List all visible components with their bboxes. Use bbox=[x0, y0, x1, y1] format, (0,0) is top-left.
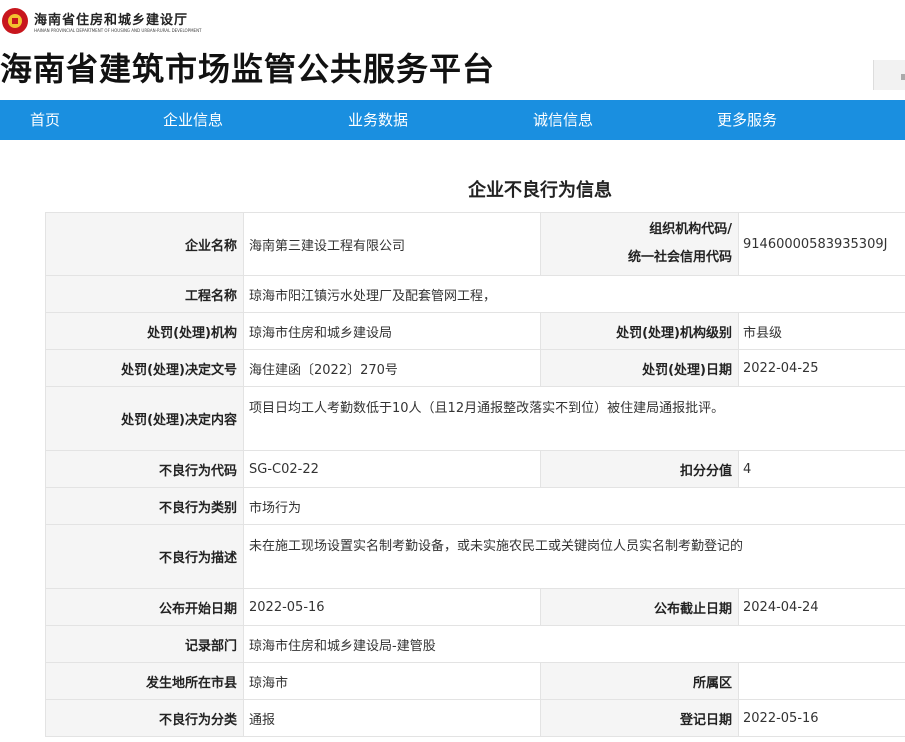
behavior-code-value: SG-C02-22 bbox=[243, 450, 541, 488]
authority-level-value: 市县级 bbox=[738, 312, 905, 350]
record-dept-value: 琼海市住房和城乡建设局-建管股 bbox=[243, 625, 905, 663]
table-row: 不良行为代码 SG-C02-22 扣分分值 4 bbox=[45, 450, 905, 488]
table-row: 处罚(处理)决定内容 项目日均工人考勤数低于10人（且12月通报整改落实不到位）… bbox=[45, 386, 905, 451]
table-row: 不良行为类别 市场行为 bbox=[45, 487, 905, 525]
decision-label: 处罚(处理)决定内容 bbox=[45, 386, 244, 451]
org-code-value: 91460000583935309J bbox=[738, 212, 905, 276]
publish-end-value: 2024-04-24 bbox=[738, 588, 905, 626]
dept-logo[interactable]: 海南省住房和城乡建设厅 HAINAN PROVINCIAL DEPARTMENT… bbox=[2, 8, 202, 34]
org-code-label-line1: 组织机构代码/ bbox=[649, 222, 732, 237]
table-row: 不良行为描述 未在施工现场设置实名制考勤设备，或未实施农民工或关键岗位人员实名制… bbox=[45, 524, 905, 589]
page-title: 企业不良行为信息 bbox=[468, 180, 612, 201]
table-row: 不良行为分类 通报 登记日期 2022-05-16 bbox=[45, 699, 905, 737]
authority-value: 琼海市住房和城乡建设局 bbox=[243, 312, 541, 350]
table-row: 工程名称 琼海市阳江镇污水处理厂及配套管网工程， bbox=[45, 275, 905, 313]
table-row: 处罚(处理)机构 琼海市住房和城乡建设局 处罚(处理)机构级别 市县级 bbox=[45, 312, 905, 350]
authority-level-label: 处罚(处理)机构级别 bbox=[540, 312, 739, 350]
table-row: 发生地所在市县 琼海市 所属区 bbox=[45, 662, 905, 700]
decision-value: 项目日均工人考勤数低于10人（且12月通报整改落实不到位）被住建局通报批评。 bbox=[243, 386, 905, 451]
classification-label: 不良行为分类 bbox=[45, 699, 244, 737]
table-row: 处罚(处理)决定文号 海住建函〔2022〕270号 处罚(处理)日期 2022-… bbox=[45, 349, 905, 387]
company-label: 企业名称 bbox=[45, 212, 244, 276]
dept-name-block: 海南省住房和城乡建设厅 HAINAN PROVINCIAL DEPARTMENT… bbox=[34, 9, 202, 33]
dept-name-en: HAINAN PROVINCIAL DEPARTMENT OF HOUSING … bbox=[34, 28, 202, 33]
table-row: 公布开始日期 2022-05-16 公布截止日期 2024-04-24 bbox=[45, 588, 905, 626]
detail-table: 企业名称 海南第三建设工程有限公司 组织机构代码/统一社会信用代码 914600… bbox=[45, 212, 905, 737]
nav-home[interactable]: 首页 bbox=[30, 100, 60, 140]
register-date-value: 2022-05-16 bbox=[738, 699, 905, 737]
description-value: 未在施工现场设置实名制考勤设备，或未实施农民工或关键岗位人员实名制考勤登记的 bbox=[243, 524, 905, 589]
main-nav: 首页 企业信息 业务数据 诚信信息 更多服务 bbox=[0, 100, 905, 140]
record-dept-label: 记录部门 bbox=[45, 625, 244, 663]
publish-end-label: 公布截止日期 bbox=[540, 588, 739, 626]
nav-enterprise-info[interactable]: 企业信息 bbox=[163, 100, 223, 140]
district-label: 所属区 bbox=[540, 662, 739, 700]
city-value: 琼海市 bbox=[243, 662, 541, 700]
project-value: 琼海市阳江镇污水处理厂及配套管网工程， bbox=[243, 275, 905, 313]
score-value: 4 bbox=[738, 450, 905, 488]
org-code-label: 组织机构代码/统一社会信用代码 bbox=[540, 212, 739, 276]
doc-no-value: 海住建函〔2022〕270号 bbox=[243, 349, 541, 387]
table-row: 记录部门 琼海市住房和城乡建设局-建管股 bbox=[45, 625, 905, 663]
description-label: 不良行为描述 bbox=[45, 524, 244, 589]
district-value bbox=[738, 662, 905, 700]
city-label: 发生地所在市县 bbox=[45, 662, 244, 700]
category-value: 市场行为 bbox=[243, 487, 905, 525]
publish-start-value: 2022-05-16 bbox=[243, 588, 541, 626]
penalty-date-label: 处罚(处理)日期 bbox=[540, 349, 739, 387]
penalty-date-value: 2022-04-25 bbox=[738, 349, 905, 387]
nav-credit-info[interactable]: 诚信信息 bbox=[533, 100, 593, 140]
site-header: 海南省住房和城乡建设厅 HAINAN PROVINCIAL DEPARTMENT… bbox=[0, 0, 905, 100]
site-title: 海南省建筑市场监管公共服务平台 bbox=[0, 50, 496, 88]
company-value: 海南第三建设工程有限公司 bbox=[243, 212, 541, 276]
register-date-label: 登记日期 bbox=[540, 699, 739, 737]
org-code-label-line2: 统一社会信用代码 bbox=[627, 250, 732, 265]
score-label: 扣分分值 bbox=[540, 450, 739, 488]
behavior-code-label: 不良行为代码 bbox=[45, 450, 244, 488]
dept-name-cn: 海南省住房和城乡建设厅 bbox=[34, 13, 189, 28]
nav-business-data[interactable]: 业务数据 bbox=[348, 100, 408, 140]
national-emblem-icon bbox=[2, 8, 28, 34]
project-label: 工程名称 bbox=[45, 275, 244, 313]
doc-no-label: 处罚(处理)决定文号 bbox=[45, 349, 244, 387]
table-row: 企业名称 海南第三建设工程有限公司 组织机构代码/统一社会信用代码 914600… bbox=[45, 212, 905, 276]
nav-more-services[interactable]: 更多服务 bbox=[717, 100, 777, 140]
classification-value: 通报 bbox=[243, 699, 541, 737]
publish-start-label: 公布开始日期 bbox=[45, 588, 244, 626]
category-label: 不良行为类别 bbox=[45, 487, 244, 525]
search-box-edge[interactable] bbox=[873, 60, 905, 90]
authority-label: 处罚(处理)机构 bbox=[45, 312, 244, 350]
